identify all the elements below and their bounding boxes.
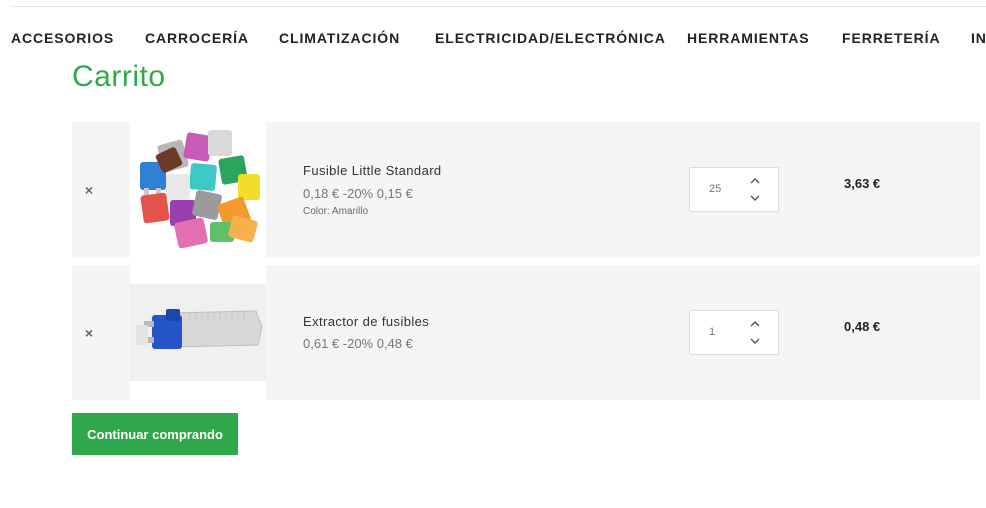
chevron-up-icon[interactable] (748, 317, 762, 331)
quantity-stepper[interactable]: 25 (689, 167, 779, 212)
nav-item-herramientas[interactable]: HERRAMIENTAS (687, 30, 810, 46)
chevron-down-icon[interactable] (748, 334, 762, 348)
chevron-down-icon[interactable] (748, 191, 762, 205)
quantity-value[interactable]: 25 (709, 183, 721, 195)
product-image[interactable] (130, 265, 266, 400)
fuses-icon (130, 122, 266, 257)
page-title: Carrito (72, 60, 166, 93)
cart-item-row: × Fusible Little Standard 0,18 € -20% 0,… (72, 122, 980, 257)
product-image[interactable] (130, 122, 266, 257)
product-attribute: Color: Amarillo (303, 206, 369, 217)
cart-item-row: × Extractor de fusibles 0,61 € -20% 0,48… (72, 265, 980, 400)
line-total: 3,63 € (844, 176, 881, 191)
product-price: 0,61 € -20% 0,48 € (303, 336, 413, 351)
quantity-stepper[interactable]: 1 (689, 310, 779, 355)
product-name[interactable]: Extractor de fusibles (303, 314, 429, 329)
product-name[interactable]: Fusible Little Standard (303, 163, 442, 178)
nav-item-carroceria[interactable]: CARROCERÍA (145, 30, 249, 46)
product-price: 0,18 € -20% 0,15 € (303, 186, 413, 201)
quantity-value[interactable]: 1 (709, 326, 715, 338)
fuse-extractor-icon (130, 265, 266, 400)
nav-item-electricidad[interactable]: ELECTRICIDAD/ELECTRÓNICA (435, 30, 666, 46)
line-total: 0,48 € (844, 319, 881, 334)
remove-item-button[interactable]: × (82, 325, 96, 341)
continue-shopping-button[interactable]: Continuar comprando (72, 413, 238, 455)
nav-item-accesorios[interactable]: ACCESORIOS (11, 30, 114, 46)
nav-item-ferreteria[interactable]: FERRETERÍA (842, 30, 940, 46)
nav-item-climatizacion[interactable]: CLIMATIZACIÓN (279, 30, 400, 46)
chevron-up-icon[interactable] (748, 174, 762, 188)
nav-item-overflow[interactable]: IN (971, 30, 986, 46)
top-divider (10, 6, 986, 7)
remove-item-button[interactable]: × (82, 182, 96, 198)
